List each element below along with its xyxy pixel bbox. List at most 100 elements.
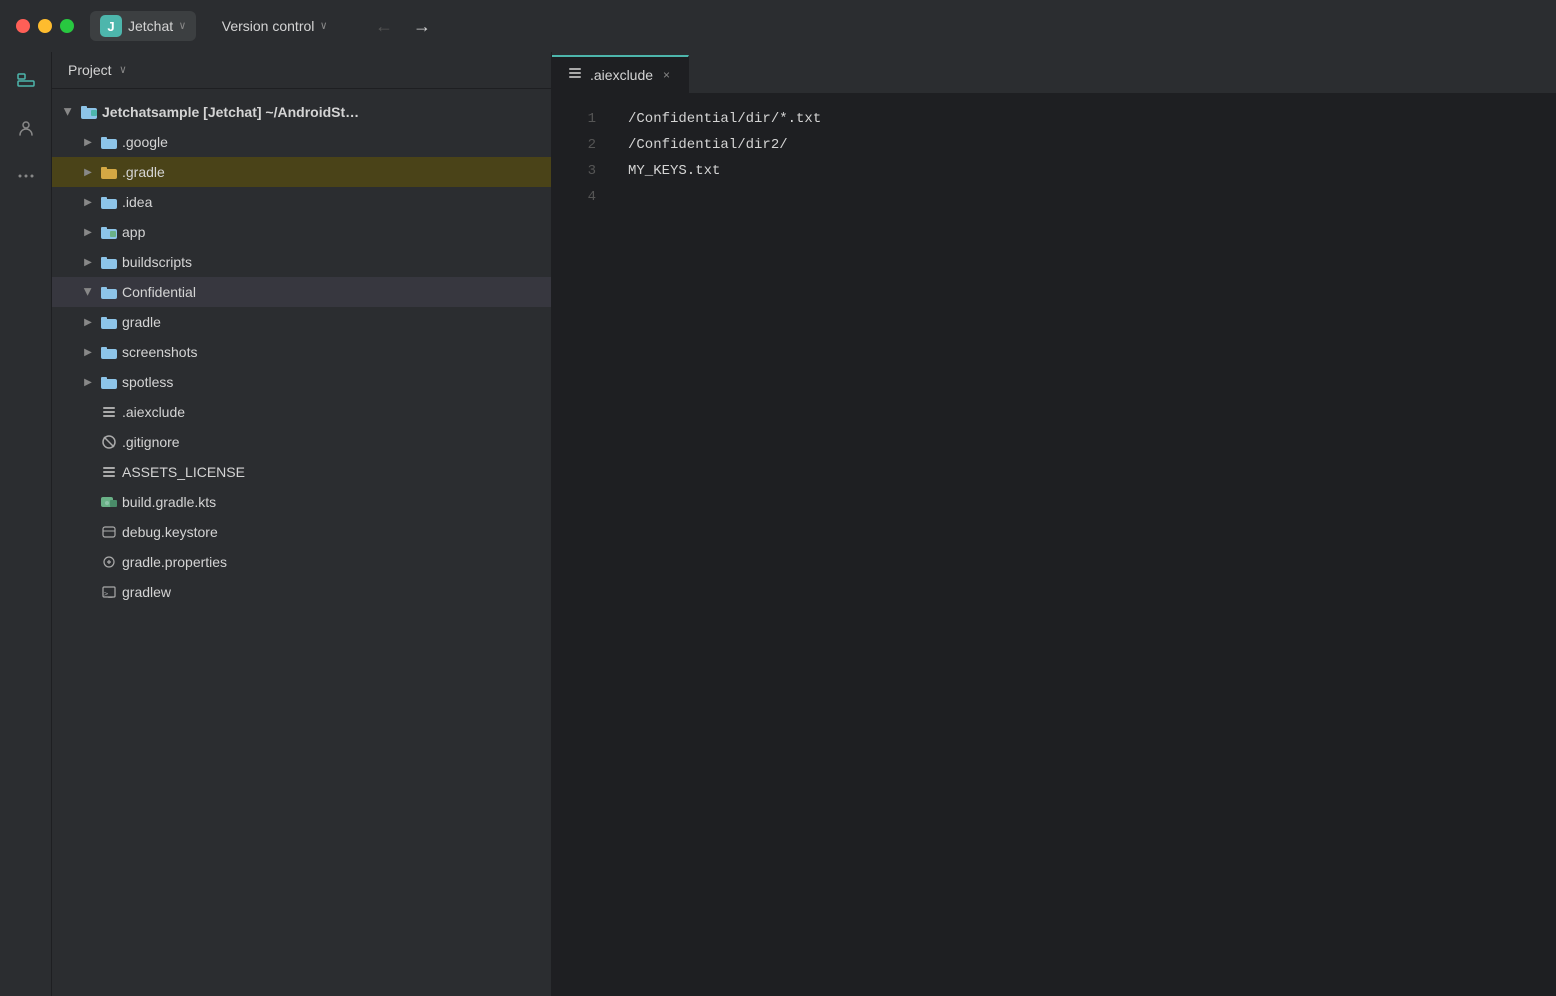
google-label: .google xyxy=(122,134,551,150)
chevron-buildscripts-icon: ▶ xyxy=(80,254,96,270)
tab-file-icon xyxy=(568,67,582,83)
tree-item-screenshots[interactable]: ▶ screenshots xyxy=(52,337,551,367)
folder-confidential-icon xyxy=(100,283,118,301)
folder-buildscripts-icon xyxy=(100,253,118,271)
folder-badge-icon xyxy=(80,103,98,121)
tree-item-root[interactable]: ▶ Jetchatsample [Jetchat] ~/AndroidSt… xyxy=(52,97,551,127)
confidential-label: Confidential xyxy=(122,284,551,300)
vc-label: Version control xyxy=(222,18,315,34)
app-chevron-icon: ∨ xyxy=(179,19,186,33)
main-area: Project ∨ ▶ Jetchatsample [Jetchat] ~/An… xyxy=(0,52,1556,996)
folder-spotless-icon xyxy=(100,373,118,391)
app-name-label: Jetchat xyxy=(128,18,173,34)
gitignore-file-icon xyxy=(100,433,118,451)
screenshots-label: screenshots xyxy=(122,344,551,360)
titlebar: J Jetchat ∨ Version control ∨ ← → xyxy=(0,0,1556,52)
sidebar-icons xyxy=(0,52,52,996)
tree-item-build-gradle[interactable]: ▶ build.gradle.kts xyxy=(52,487,551,517)
panel-header: Project ∨ xyxy=(52,52,551,89)
code-line-1: /Confidential/dir/*.txt xyxy=(628,106,1540,132)
minimize-button[interactable] xyxy=(38,19,52,33)
folder-app-icon xyxy=(100,223,118,241)
editor-tab-aiexclude[interactable]: .aiexclude × xyxy=(552,55,689,93)
tab-close-button[interactable]: × xyxy=(661,66,672,84)
tree-item-gradlew[interactable]: ▶ >_ gradlew xyxy=(52,577,551,607)
tree-item-google[interactable]: ▶ .google xyxy=(52,127,551,157)
aiexclude-label: .aiexclude xyxy=(122,404,551,420)
build-gradle-file-icon xyxy=(100,493,118,511)
chevron-confidential-icon: ▶ xyxy=(80,284,96,300)
gradle-props-file-icon xyxy=(100,553,118,571)
app-switcher[interactable]: J Jetchat ∨ xyxy=(90,11,196,41)
tab-bar: .aiexclude × xyxy=(552,52,1556,94)
app-icon: J xyxy=(100,15,122,37)
buildscripts-label: buildscripts xyxy=(122,254,551,270)
build-gradle-label: build.gradle.kts xyxy=(122,494,551,510)
gradle-props-label: gradle.properties xyxy=(122,554,551,570)
chevron-google-icon: ▶ xyxy=(80,134,96,150)
gradle-label: gradle xyxy=(122,314,551,330)
chevron-idea-icon: ▶ xyxy=(80,194,96,210)
tree-item-gradle-props[interactable]: ▶ gradle.properties xyxy=(52,547,551,577)
tree-item-gradle-dot[interactable]: ▶ .gradle xyxy=(52,157,551,187)
line-number-2: 2 xyxy=(552,132,612,158)
forward-button[interactable]: → xyxy=(407,14,437,39)
app-label: app xyxy=(122,224,551,240)
nav-buttons: ← → xyxy=(369,14,437,39)
tree-item-gradle[interactable]: ▶ gradle xyxy=(52,307,551,337)
tree-item-debug-keystore[interactable]: ▶ debug.keystore xyxy=(52,517,551,547)
tree-item-gitignore[interactable]: ▶ .gitignore xyxy=(52,427,551,457)
spotless-label: spotless xyxy=(122,374,551,390)
gradlew-label: gradlew xyxy=(122,584,551,600)
tree-item-assets-license[interactable]: ▶ ASSETS_LICENSE xyxy=(52,457,551,487)
line-numbers: 1 2 3 4 xyxy=(552,94,612,996)
sidebar-icon-project[interactable] xyxy=(10,64,42,96)
chevron-screenshots-icon: ▶ xyxy=(80,344,96,360)
tree-item-aiexclude[interactable]: ▶ .aiexclude xyxy=(52,397,551,427)
line-number-3: 3 xyxy=(552,158,612,184)
tree-item-spotless[interactable]: ▶ spotless xyxy=(52,367,551,397)
folder-idea-icon xyxy=(100,193,118,211)
tree-item-idea[interactable]: ▶ .idea xyxy=(52,187,551,217)
traffic-lights xyxy=(16,19,74,33)
root-label: Jetchatsample [Jetchat] ~/AndroidSt… xyxy=(102,104,551,120)
folder-google-icon xyxy=(100,133,118,151)
folder-gradle-icon xyxy=(100,313,118,331)
file-tree: ▶ Jetchatsample [Jetchat] ~/AndroidSt… ▶… xyxy=(52,89,551,996)
chevron-spotless-icon: ▶ xyxy=(80,374,96,390)
gradle-dot-label: .gradle xyxy=(122,164,551,180)
chevron-gradle-dot-icon: ▶ xyxy=(80,164,96,180)
gradlew-file-icon: >_ xyxy=(100,583,118,601)
code-line-2: /Confidential/dir2/ xyxy=(628,132,1540,158)
chevron-root-icon: ▶ xyxy=(60,104,76,120)
debug-keystore-label: debug.keystore xyxy=(122,524,551,540)
panel-title: Project xyxy=(68,62,112,78)
tree-item-buildscripts[interactable]: ▶ buildscripts xyxy=(52,247,551,277)
folder-screenshots-icon xyxy=(100,343,118,361)
tree-item-app[interactable]: ▶ app xyxy=(52,217,551,247)
debug-keystore-file-icon xyxy=(100,523,118,541)
code-line-3: MY_KEYS.txt xyxy=(628,158,1540,184)
editor-area: .aiexclude × 1 2 3 4 /Confidential/dir/*… xyxy=(552,52,1556,996)
line-number-1: 1 xyxy=(552,106,612,132)
assets-license-label: ASSETS_LICENSE xyxy=(122,464,551,480)
chevron-gradle-icon: ▶ xyxy=(80,314,96,330)
back-button[interactable]: ← xyxy=(369,14,399,39)
sidebar-icon-users[interactable] xyxy=(10,112,42,144)
folder-gradle-dot-icon xyxy=(100,163,118,181)
assets-license-file-icon xyxy=(100,463,118,481)
code-editor[interactable]: /Confidential/dir/*.txt /Confidential/di… xyxy=(612,94,1556,996)
chevron-app-icon: ▶ xyxy=(80,224,96,240)
svg-text:>_: >_ xyxy=(104,590,113,598)
maximize-button[interactable] xyxy=(60,19,74,33)
vc-chevron-icon: ∨ xyxy=(320,19,327,33)
version-control-switcher[interactable]: Version control ∨ xyxy=(212,14,337,38)
code-line-4 xyxy=(628,184,1540,210)
line-number-4: 4 xyxy=(552,184,612,210)
gitignore-label: .gitignore xyxy=(122,434,551,450)
aiexclude-file-icon xyxy=(100,403,118,421)
tree-item-confidential[interactable]: ▶ Confidential xyxy=(52,277,551,307)
idea-label: .idea xyxy=(122,194,551,210)
close-button[interactable] xyxy=(16,19,30,33)
sidebar-icon-more[interactable] xyxy=(10,160,42,192)
